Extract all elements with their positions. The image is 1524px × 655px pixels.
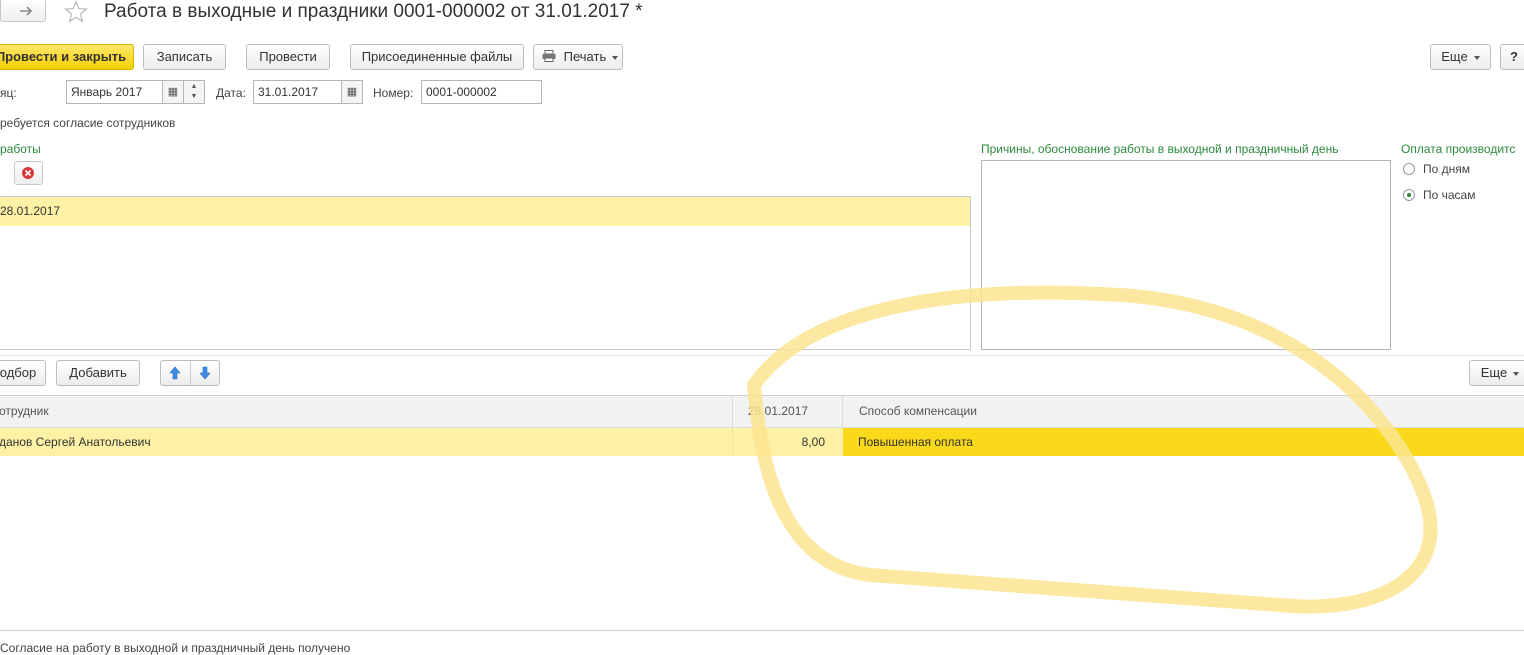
column-header-date[interactable]: 28.01.2017 xyxy=(748,396,808,426)
reasons-title: Причины, обоснование работы в выходной и… xyxy=(981,142,1339,156)
arrow-right-icon xyxy=(20,6,33,16)
date-label: Дата: xyxy=(216,86,246,100)
payment-by-days-label[interactable]: По дням xyxy=(1423,162,1470,176)
column-divider xyxy=(732,428,733,456)
column-divider xyxy=(842,396,843,427)
compensation-cell[interactable]: Повышенная оплата xyxy=(843,428,1524,456)
arrow-down-icon xyxy=(199,366,211,380)
employees-table: отрудник 28.01.2017 Способ компенсации д… xyxy=(0,395,1524,631)
employees-more-label: Еще xyxy=(1480,365,1508,380)
column-header-employee[interactable]: отрудник xyxy=(0,396,49,426)
column-header-compensation[interactable]: Способ компенсации xyxy=(859,396,977,426)
chevron-down-icon xyxy=(1513,371,1520,376)
compensation-value: Повышенная оплата xyxy=(858,435,973,449)
reasons-textarea[interactable] xyxy=(981,160,1391,350)
pick-button[interactable]: одбор xyxy=(0,360,46,386)
month-field[interactable]: Январь 2017 xyxy=(66,80,163,104)
number-label: Номер: xyxy=(373,86,414,100)
consent-received-label[interactable]: Согласие на работу в выходной и празднич… xyxy=(0,641,350,655)
help-button[interactable]: ? xyxy=(1500,44,1524,70)
month-label: яц: xyxy=(0,86,17,100)
move-up-button[interactable] xyxy=(161,361,191,385)
payment-by-hours-label[interactable]: По часам xyxy=(1423,188,1475,202)
add-button[interactable]: Добавить xyxy=(56,360,140,386)
employees-more-button[interactable]: Еще xyxy=(1469,360,1524,386)
calendar-icon[interactable]: ▦ xyxy=(162,80,184,104)
print-button[interactable]: Печать xyxy=(533,44,623,70)
table-row[interactable]: 28.01.2017 xyxy=(0,197,970,226)
document-title: Работа в выходные и праздники 0001-00000… xyxy=(104,1,643,22)
month-stepper[interactable]: ▲ ▼ xyxy=(183,80,205,104)
table-row[interactable]: данов Сергей Анатольевич 8,00 Повышенная… xyxy=(0,428,1524,456)
calendar-icon[interactable]: ▦ xyxy=(341,80,363,104)
payment-title: Оплата производитс xyxy=(1401,142,1516,156)
post-and-close-button[interactable]: Провести и закрыть xyxy=(0,44,134,70)
column-divider xyxy=(732,396,733,427)
move-buttons-group xyxy=(160,360,220,386)
consent-required-checkbox-label[interactable]: ребуется согласие сотрудников xyxy=(0,116,175,130)
work-dates-title: работы xyxy=(0,142,41,156)
employee-name-cell: данов Сергей Анатольевич xyxy=(0,435,151,449)
section-divider xyxy=(0,355,1524,356)
printer-icon xyxy=(542,50,556,62)
delete-date-button[interactable] xyxy=(14,161,43,185)
print-label: Печать xyxy=(563,49,607,64)
hours-cell: 8,00 xyxy=(801,435,825,449)
more-label: Еще xyxy=(1441,49,1468,64)
star-icon[interactable] xyxy=(64,0,88,24)
work-dates-table: 28.01.2017 xyxy=(0,196,971,350)
table-header: отрудник 28.01.2017 Способ компенсации xyxy=(0,396,1524,428)
move-down-button[interactable] xyxy=(191,361,219,385)
delete-icon xyxy=(22,167,34,179)
more-button[interactable]: Еще xyxy=(1430,44,1491,70)
post-button[interactable]: Провести xyxy=(246,44,330,70)
number-field[interactable]: 0001-000002 xyxy=(421,80,542,104)
save-button[interactable]: Записать xyxy=(143,44,226,70)
payment-by-hours-radio[interactable] xyxy=(1403,189,1415,201)
nav-forward-button[interactable] xyxy=(0,0,46,22)
arrow-up-icon xyxy=(169,366,181,380)
chevron-down-icon xyxy=(1473,55,1480,60)
payment-by-days-radio[interactable] xyxy=(1403,163,1415,175)
date-field[interactable]: 31.01.2017 xyxy=(253,80,342,104)
chevron-down-icon xyxy=(612,55,619,60)
attached-files-button[interactable]: Присоединенные файлы xyxy=(350,44,524,70)
work-date-cell: 28.01.2017 xyxy=(0,204,61,218)
